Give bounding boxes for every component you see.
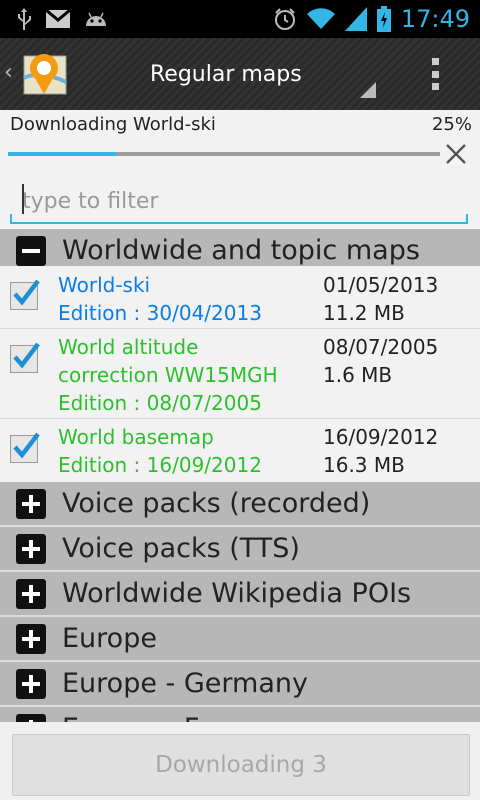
- text-cursor: [22, 184, 24, 214]
- list-item[interactable]: World-ski Edition : 30/04/2013 01/05/201…: [0, 266, 480, 328]
- group-title: Voice packs (recorded): [62, 488, 371, 519]
- item-size: 1.6 MB: [323, 363, 393, 387]
- item-name-line-2: correction WW15MGH: [58, 363, 278, 387]
- checkbox-checked-icon[interactable]: [10, 279, 40, 310]
- item-name: World-ski: [58, 273, 151, 297]
- checkbox-checked-icon[interactable]: [10, 342, 40, 373]
- group-title: Worldwide Wikipedia POIs: [62, 578, 412, 609]
- item-date: 01/05/2013: [323, 273, 439, 297]
- collapse-icon[interactable]: [16, 235, 46, 266]
- item-size: 16.3 MB: [323, 453, 405, 477]
- wifi-icon: [306, 8, 335, 30]
- expand-icon[interactable]: [16, 668, 46, 699]
- alarm-icon: [273, 7, 297, 31]
- group-header-voice-recorded[interactable]: Voice packs (recorded): [0, 482, 480, 525]
- overflow-menu-icon[interactable]: [432, 58, 440, 90]
- group-title: Voice packs (TTS): [62, 533, 300, 564]
- filter-underline-right: [466, 214, 468, 224]
- status-right-icons: 17:49: [273, 5, 470, 33]
- checkbox-checked-icon[interactable]: [10, 432, 40, 463]
- download-status: Downloading World-ski 25%: [10, 114, 472, 140]
- filter-input[interactable]: [10, 180, 468, 224]
- expand-icon[interactable]: [16, 623, 46, 654]
- item-edition: Edition : 30/04/2013: [58, 301, 262, 325]
- action-bar: ‹ Regular maps: [0, 38, 480, 110]
- item-date: 16/09/2012: [323, 425, 439, 449]
- expand-icon[interactable]: [16, 578, 46, 609]
- status-bar: 17:49: [0, 0, 480, 38]
- status-time: 17:49: [400, 5, 470, 33]
- android-icon: [84, 10, 108, 28]
- gmail-icon: [46, 10, 70, 28]
- list-item[interactable]: World altitude correction WW15MGH Editio…: [0, 329, 480, 418]
- download-percent: 25%: [431, 114, 472, 135]
- expand-icon[interactable]: [16, 488, 46, 519]
- item-size: 11.2 MB: [323, 301, 405, 325]
- filter-underline-left: [10, 214, 12, 224]
- group-title: Worldwide and topic maps: [62, 235, 420, 266]
- signal-icon: [344, 7, 367, 31]
- group-title: Europe - Germany: [62, 668, 308, 699]
- group-header-europe-germany[interactable]: Europe - Germany: [0, 662, 480, 705]
- group-header-voice-tts[interactable]: Voice packs (TTS): [0, 527, 480, 570]
- battery-icon: [376, 6, 391, 32]
- app-logo-icon[interactable]: [20, 48, 72, 100]
- download-progress-fill: [8, 152, 116, 156]
- up-caret-icon[interactable]: ‹: [4, 60, 13, 85]
- group-title: Europe: [62, 623, 157, 654]
- action-bar-title[interactable]: Regular maps: [150, 62, 302, 87]
- usb-icon: [16, 8, 32, 30]
- item-name: World basemap: [58, 425, 214, 449]
- expand-icon[interactable]: [16, 533, 46, 564]
- downloading-button[interactable]: Downloading 3: [12, 734, 470, 796]
- list-item[interactable]: World basemap Edition : 16/09/2012 16/09…: [0, 419, 480, 481]
- group-header-wikipedia[interactable]: Worldwide Wikipedia POIs: [0, 572, 480, 615]
- status-left-icons: [16, 8, 108, 30]
- cancel-download-icon[interactable]: [444, 142, 468, 166]
- download-label: Downloading World-ski: [10, 114, 216, 135]
- bottom-bar: Downloading 3: [0, 722, 480, 800]
- spinner-indicator-icon[interactable]: [360, 82, 376, 98]
- item-edition: Edition : 08/07/2005: [58, 391, 262, 415]
- download-progress-bar: [8, 152, 440, 156]
- item-name-line-1: World altitude: [58, 335, 199, 359]
- item-edition: Edition : 16/09/2012: [58, 453, 262, 477]
- item-date: 08/07/2005: [323, 335, 439, 359]
- group-header-europe[interactable]: Europe: [0, 617, 480, 660]
